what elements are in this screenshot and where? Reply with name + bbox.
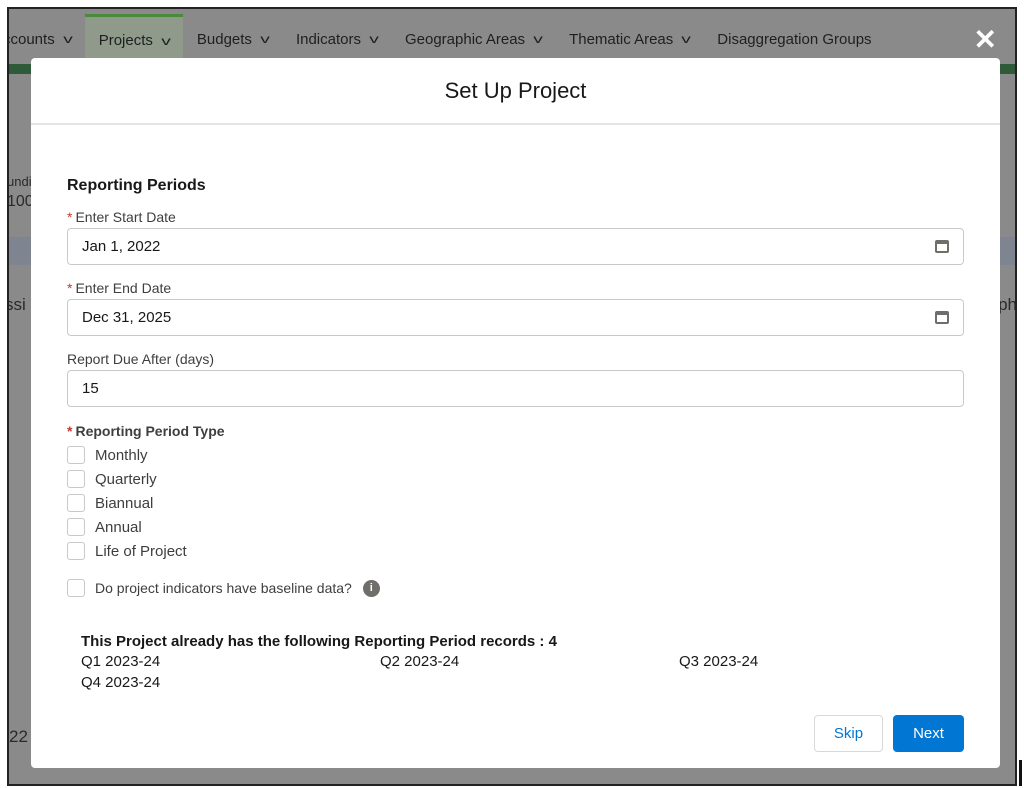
- info-icon[interactable]: i: [362, 579, 380, 597]
- skip-button[interactable]: Skip: [814, 715, 883, 752]
- setup-project-modal: Set Up Project Reporting Periods * Enter …: [31, 58, 1000, 768]
- chevron-down-icon: v: [161, 33, 171, 48]
- checkbox-label: Annual: [95, 518, 142, 536]
- nav-label: ccounts: [7, 30, 55, 48]
- nav-label: Indicators: [295, 30, 361, 48]
- nav-label: Thematic Areas: [569, 30, 674, 48]
- modal-title: Set Up Project: [444, 77, 587, 103]
- nav-item-projects[interactable]: Projects v: [84, 14, 183, 64]
- checkbox-monthly[interactable]: Monthly: [67, 443, 964, 467]
- end-date-value: Dec 31, 2025: [82, 309, 172, 326]
- start-date-input[interactable]: Jan 1, 2022: [67, 228, 964, 265]
- checkbox-baseline[interactable]: Do project indicators have baseline data…: [67, 576, 964, 600]
- checkbox-label: Life of Project: [95, 542, 187, 560]
- records-title: This Project already has the following R…: [81, 633, 557, 650]
- bg-text: 100: [7, 193, 34, 210]
- calendar-icon[interactable]: [935, 240, 949, 253]
- section-title: Reporting Periods: [67, 177, 206, 194]
- checkbox[interactable]: [67, 470, 85, 488]
- checkbox-label: Quarterly: [95, 470, 157, 488]
- checkbox[interactable]: [67, 446, 85, 464]
- end-date-input[interactable]: Dec 31, 2025: [67, 299, 964, 336]
- chevron-down-icon: v: [62, 32, 73, 46]
- cursor-mark: [1019, 760, 1022, 786]
- nav-label: Disaggregation Groups: [717, 30, 872, 48]
- record-item: Q1 2023-24: [81, 653, 161, 670]
- nav-label: Geographic Areas: [404, 30, 526, 48]
- chevron-down-icon: v: [369, 32, 379, 46]
- checkbox[interactable]: [67, 579, 85, 597]
- required-marker: *: [67, 423, 73, 439]
- record-item: Q3 2023-24: [679, 653, 759, 670]
- checkbox-label: Monthly: [95, 446, 148, 464]
- bg-text: undi: [7, 174, 32, 189]
- existing-records: This Project already has the following R…: [67, 633, 964, 691]
- chevron-down-icon: v: [260, 32, 270, 46]
- nav-item-indicators[interactable]: Indicators v: [282, 14, 391, 64]
- report-due-value: 15: [82, 380, 99, 397]
- bg-text: ph: [998, 295, 1017, 314]
- close-icon[interactable]: ✕: [974, 23, 997, 56]
- calendar-icon[interactable]: [935, 311, 949, 324]
- bg-text: ssi: [7, 295, 26, 314]
- nav-label: Projects: [98, 32, 153, 49]
- nav-item-accounts[interactable]: ccounts v: [7, 14, 85, 64]
- start-date-label: Enter Start Date: [75, 209, 176, 225]
- checkbox-label: Biannual: [95, 494, 154, 512]
- checkbox[interactable]: [67, 494, 85, 512]
- required-marker: *: [67, 280, 73, 296]
- report-due-label: Report Due After (days): [67, 351, 215, 367]
- top-nav: ccounts v Projects v Budgets v Indicators v …: [9, 14, 1015, 64]
- nav-item-disaggregation-groups[interactable]: Disaggregation Groups: [703, 14, 885, 64]
- report-due-input[interactable]: 15: [67, 370, 964, 407]
- required-marker: *: [67, 209, 73, 225]
- checkbox-label: Do project indicators have baseline data…: [95, 580, 352, 596]
- record-item: Q4 2023-24: [81, 674, 161, 691]
- bg-text: 22: [9, 727, 28, 746]
- nav-label: Budgets: [196, 30, 252, 48]
- checkbox[interactable]: [67, 518, 85, 536]
- checkbox-biannual[interactable]: Biannual: [67, 491, 964, 515]
- nav-item-thematic-areas[interactable]: Thematic Areas v: [555, 14, 703, 64]
- period-type-label: Reporting Period Type: [75, 423, 225, 439]
- nav-item-budgets[interactable]: Budgets v: [183, 14, 282, 64]
- record-item: Q2 2023-24: [380, 653, 460, 670]
- start-date-value: Jan 1, 2022: [82, 238, 161, 255]
- checkbox-quarterly[interactable]: Quarterly: [67, 467, 964, 491]
- next-button[interactable]: Next: [893, 715, 964, 752]
- chevron-down-icon: v: [681, 32, 692, 46]
- checkbox-annual[interactable]: Annual: [67, 515, 964, 539]
- nav-item-geographic-areas[interactable]: Geographic Areas v: [391, 14, 555, 64]
- end-date-label: Enter End Date: [75, 280, 172, 296]
- checkbox-life-of-project[interactable]: Life of Project: [67, 539, 964, 563]
- chevron-down-icon: v: [533, 32, 543, 46]
- checkbox[interactable]: [67, 542, 85, 560]
- background-app: ccounts v Projects v Budgets v Indicators v …: [7, 7, 1017, 786]
